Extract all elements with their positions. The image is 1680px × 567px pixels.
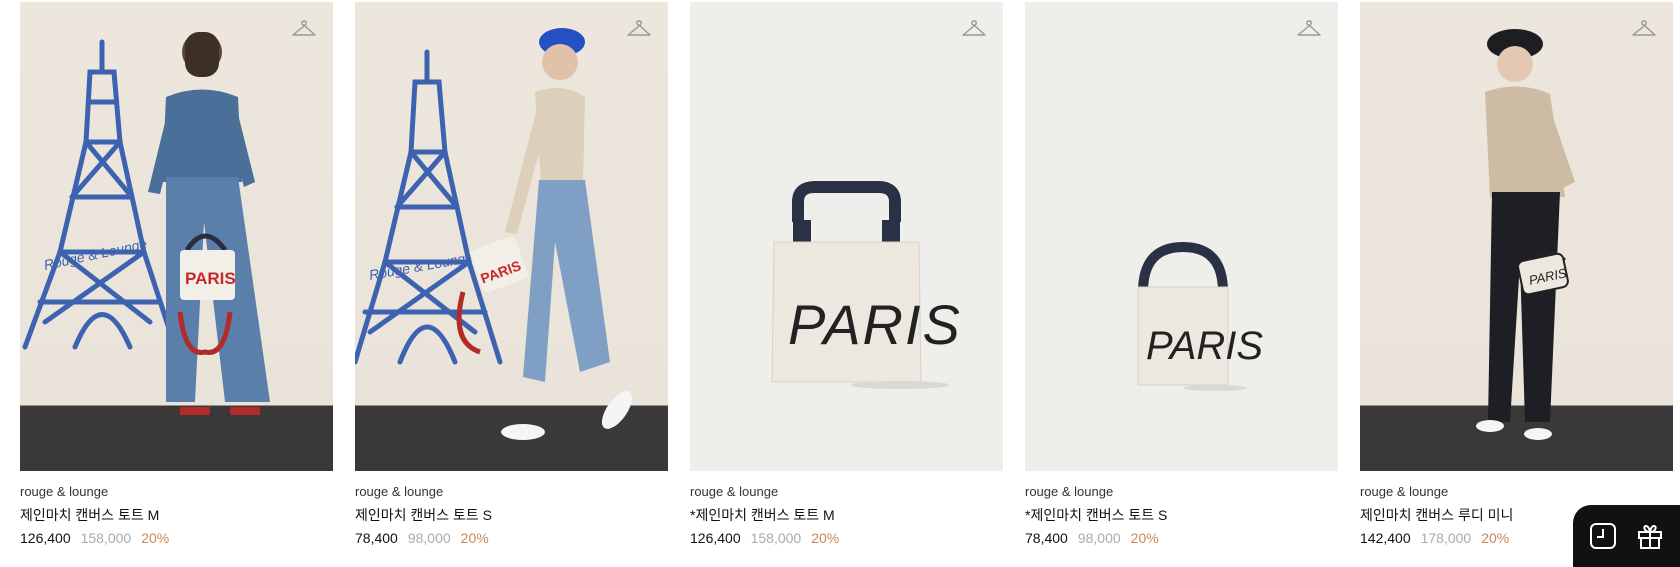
sale-price: 78,400 bbox=[1025, 530, 1068, 546]
product-name[interactable]: *제인마치 캔버스 토트 M bbox=[690, 506, 1003, 524]
product-brand[interactable]: rouge & lounge bbox=[355, 484, 668, 500]
product-name[interactable]: 제인마치 캔버스 토트 S bbox=[355, 506, 668, 524]
original-price: 178,000 bbox=[1420, 530, 1472, 546]
sale-price: 78,400 bbox=[355, 530, 398, 546]
product-card[interactable]: PARIS rouge & lounge 제인마치 캔버스 루디 미니 142,… bbox=[1360, 2, 1673, 547]
product-brand[interactable]: rouge & lounge bbox=[20, 484, 333, 500]
product-photo-illustration: PARIS bbox=[1476, 29, 1575, 440]
bag-print-text: PARIS bbox=[185, 269, 236, 288]
floating-quick-bar bbox=[1573, 505, 1680, 567]
wall-art-script: Rouge & Lounge bbox=[368, 249, 474, 283]
discount-rate: 20% bbox=[141, 530, 170, 546]
bag-print-text: PARIS bbox=[788, 293, 962, 356]
product-image[interactable]: PARIS bbox=[690, 2, 1003, 471]
product-image[interactable]: PARIS bbox=[1025, 2, 1338, 471]
product-photo-illustration: Rouge & Lounge PARIS bbox=[22, 32, 270, 415]
product-name[interactable]: 제인마치 캔버스 토트 M bbox=[20, 506, 333, 524]
product-image[interactable]: Rouge & Lounge PARIS bbox=[355, 2, 668, 471]
original-price: 158,000 bbox=[80, 530, 132, 546]
original-price: 98,000 bbox=[1077, 530, 1121, 546]
price-row: 78,400 98,000 20% bbox=[355, 529, 668, 547]
sale-price: 126,400 bbox=[690, 530, 741, 546]
product-card[interactable]: Rouge & Lounge PARIS rouge & lounge 제인마치… bbox=[20, 2, 333, 547]
price-row: 78,400 98,000 20% bbox=[1025, 529, 1338, 547]
price-row: 126,400 158,000 20% bbox=[690, 529, 1003, 547]
product-name[interactable]: *제인마치 캔버스 토트 S bbox=[1025, 506, 1338, 524]
discount-rate: 20% bbox=[1130, 530, 1159, 546]
product-grid: Rouge & Lounge PARIS rouge & lounge 제인마치… bbox=[20, 2, 1675, 547]
product-card[interactable]: PARIS rouge & lounge *제인마치 캔버스 토트 S 78,4… bbox=[1025, 2, 1338, 547]
hanger-icon[interactable] bbox=[1296, 18, 1322, 40]
product-image[interactable]: PARIS bbox=[1360, 2, 1673, 471]
discount-rate: 20% bbox=[1481, 530, 1510, 546]
product-brand[interactable]: rouge & lounge bbox=[690, 484, 1003, 500]
hanger-icon[interactable] bbox=[1631, 18, 1657, 40]
sale-price: 142,400 bbox=[1360, 530, 1411, 546]
product-photo-illustration: Rouge & Lounge PARIS bbox=[355, 28, 633, 440]
original-price: 98,000 bbox=[407, 530, 451, 546]
discount-rate: 20% bbox=[460, 530, 489, 546]
hanger-icon[interactable] bbox=[626, 18, 652, 40]
product-photo-illustration: PARIS bbox=[1137, 241, 1263, 391]
bag-print-text: PARIS bbox=[1146, 324, 1263, 368]
gift-icon[interactable] bbox=[1634, 520, 1666, 552]
product-card[interactable]: PARIS rouge & lounge *제인마치 캔버스 토트 M 126,… bbox=[690, 2, 1003, 547]
wall-art-script: Rouge & Lounge bbox=[42, 235, 148, 273]
price-row: 126,400 158,000 20% bbox=[20, 529, 333, 547]
hanger-icon[interactable] bbox=[961, 18, 987, 40]
sale-price: 126,400 bbox=[20, 530, 71, 546]
product-image[interactable]: Rouge & Lounge PARIS bbox=[20, 2, 333, 471]
clock-icon[interactable] bbox=[1587, 520, 1619, 552]
product-photo-illustration: PARIS bbox=[771, 181, 962, 389]
product-card[interactable]: Rouge & Lounge PARIS rouge & lounge 제인마치… bbox=[355, 2, 668, 547]
original-price: 158,000 bbox=[750, 530, 802, 546]
hanger-icon[interactable] bbox=[291, 18, 317, 40]
discount-rate: 20% bbox=[811, 530, 840, 546]
product-brand[interactable]: rouge & lounge bbox=[1025, 484, 1338, 500]
product-brand[interactable]: rouge & lounge bbox=[1360, 484, 1673, 500]
